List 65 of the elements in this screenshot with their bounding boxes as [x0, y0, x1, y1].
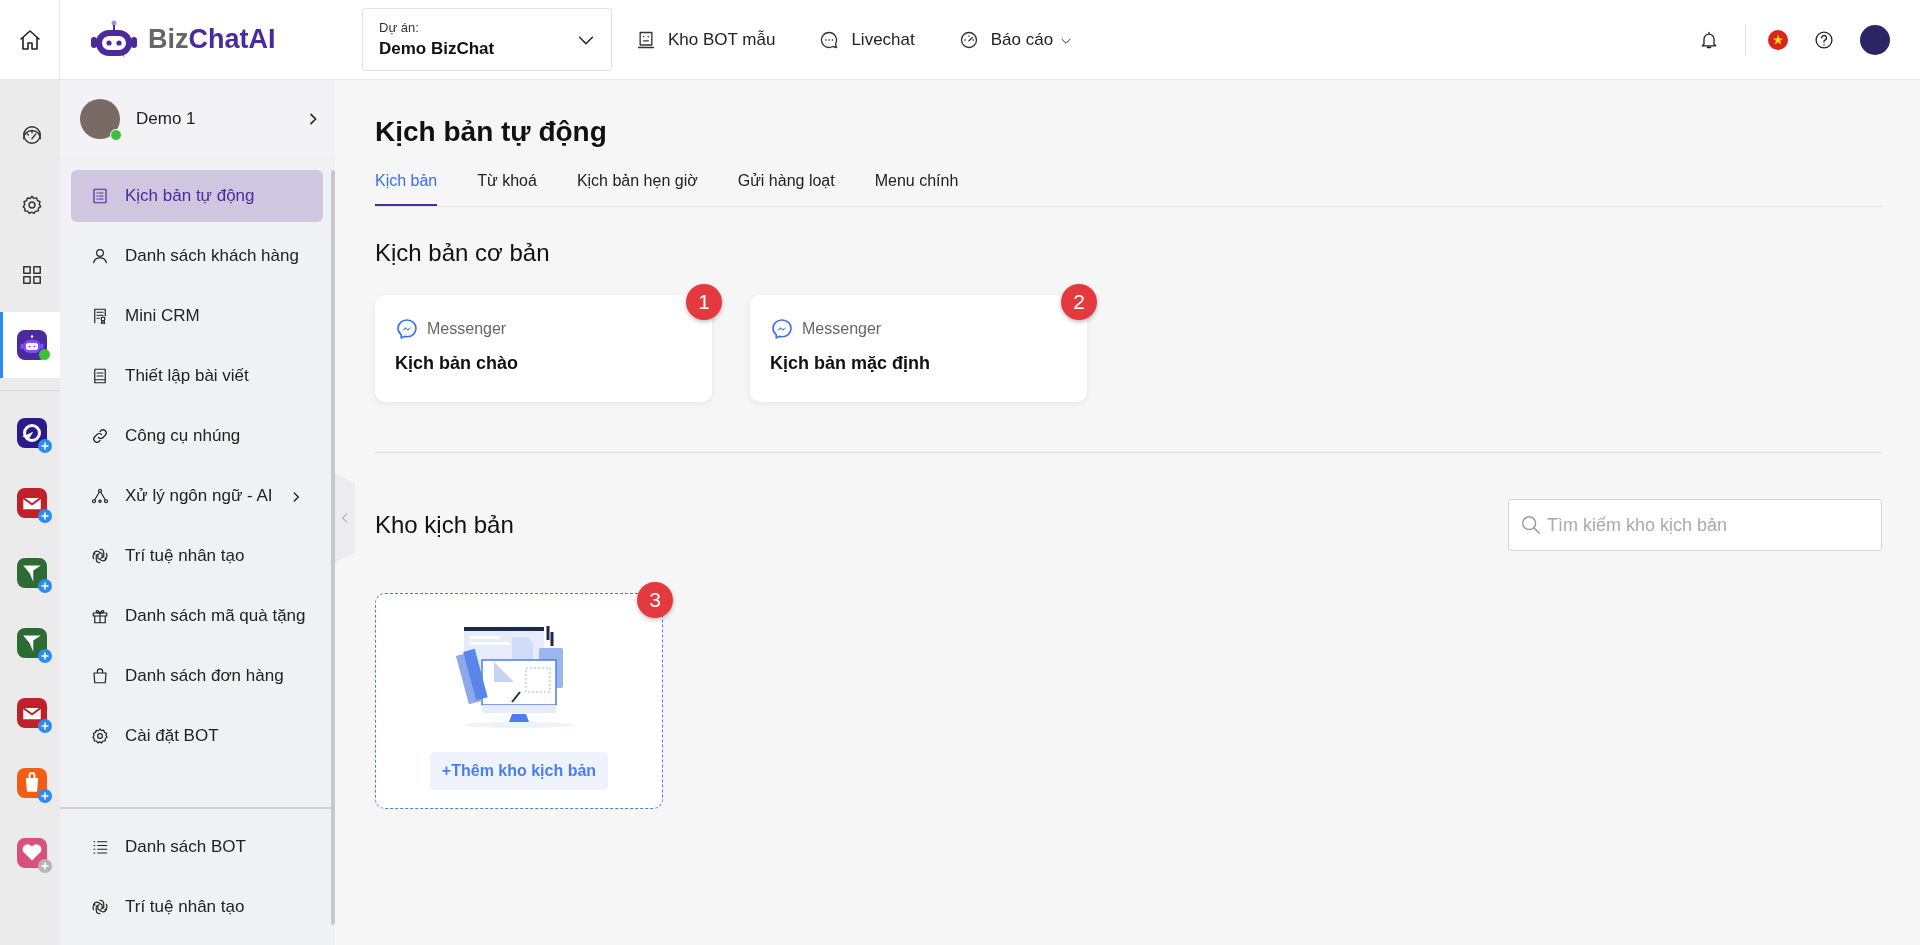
nav-link[interactable]: Kho BOT mẫu — [636, 25, 776, 54]
logo-text: BizChatAI — [148, 24, 276, 55]
gauge-icon — [958, 29, 979, 50]
tab[interactable]: Kịch bản hẹn giờ — [576, 170, 698, 206]
search-field[interactable]: Tìm kiếm kho kịch bản — [1508, 499, 1882, 551]
nav-link[interactable]: Báo cáo — [958, 25, 1074, 54]
menu-item[interactable]: Danh sách mã quà tặng — [71, 590, 323, 642]
card-title: Kịch bản mặc định — [770, 353, 932, 374]
channel-name: Messenger — [802, 320, 882, 338]
list-icon — [91, 838, 109, 856]
chat-bubble-icon — [819, 29, 840, 50]
menu-item[interactable]: Danh sách khách hàng — [71, 230, 323, 282]
spiral-knot-icon — [91, 547, 109, 565]
document-icon — [91, 307, 109, 325]
flag-icon[interactable] — [1768, 29, 1788, 50]
search-icon — [1520, 514, 1542, 536]
menu-item[interactable]: Kịch bản tự động — [71, 170, 323, 222]
grid-icon — [20, 264, 43, 286]
section-title: Kho kịch bản — [375, 511, 514, 539]
settings-icon — [20, 194, 43, 216]
avatar — [80, 99, 120, 139]
avatar[interactable] — [1860, 24, 1890, 55]
project-select[interactable]: Dự án: Demo BizChat — [362, 8, 612, 71]
template-icon — [636, 29, 656, 50]
tab[interactable]: Gửi hàng loạt — [737, 170, 835, 206]
settings-icon — [91, 727, 109, 745]
number-badge: 3 — [637, 582, 673, 618]
gift-icon — [91, 607, 109, 625]
nav-link[interactable]: Livechat — [819, 25, 915, 54]
online-dot — [39, 349, 50, 360]
shopping-bag-icon — [91, 667, 109, 685]
tab[interactable]: Menu chính — [874, 170, 959, 206]
menu-item[interactable]: Công cụ nhúng — [71, 410, 323, 462]
tab[interactable]: Từ khoá — [477, 170, 537, 206]
spiral-knot-icon — [91, 898, 109, 916]
scrollbar[interactable] — [331, 170, 335, 925]
bell-icon — [1699, 29, 1719, 50]
menu-item[interactable]: Danh sách đơn hàng — [71, 650, 323, 702]
menu-item[interactable]: Xử lý ngôn ngữ - AI — [71, 470, 323, 522]
gauge-icon — [20, 124, 43, 146]
user-icon — [91, 247, 109, 265]
document-icon — [91, 367, 109, 385]
menu-item[interactable]: Trí tuệ nhân tạo — [71, 530, 323, 582]
link-icon — [91, 427, 109, 445]
page-title: Kịch bản tự động — [375, 116, 608, 148]
card-title: Kịch bản chào — [395, 353, 520, 374]
channel-name: Messenger — [427, 320, 507, 338]
tab[interactable]: Kịch bản — [375, 170, 438, 206]
nodes-icon — [91, 487, 109, 505]
menu-item[interactable]: Mini CRM — [71, 290, 323, 342]
home-icon — [17, 27, 42, 52]
list-icon — [91, 187, 109, 205]
messenger-icon — [395, 317, 419, 341]
menu-item[interactable]: Thiết lập bài viết — [71, 350, 323, 402]
menu-item[interactable]: Trí tuệ nhân tạo — [71, 881, 319, 933]
section-title: Kịch bản cơ bản — [375, 239, 551, 267]
menu-item[interactable]: Cài đặt BOT — [71, 710, 323, 762]
project-label: Dự án: — [379, 20, 420, 35]
robot-logo-icon — [19, 335, 44, 355]
menu-item[interactable]: Danh sách BOT — [71, 821, 319, 873]
number-badge: 1 — [686, 284, 722, 320]
project-value: Demo BizChat — [379, 39, 495, 59]
help-icon — [1814, 29, 1834, 50]
messenger-icon — [770, 317, 794, 341]
number-badge: 2 — [1061, 284, 1097, 320]
